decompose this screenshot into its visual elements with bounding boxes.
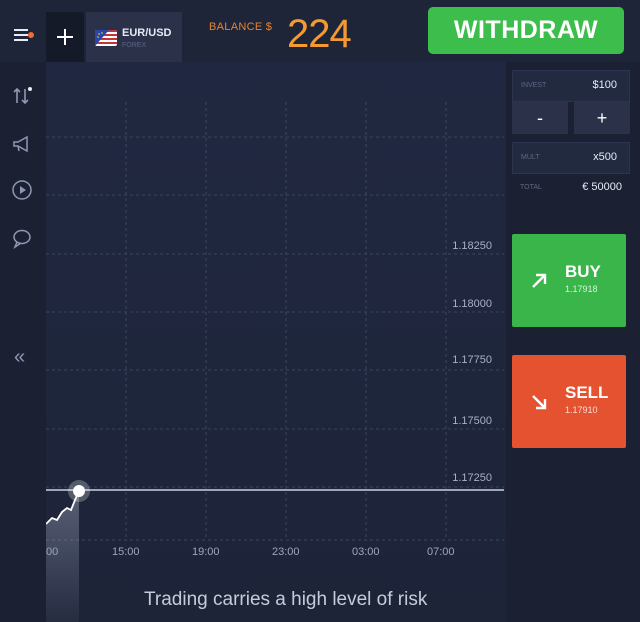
- risk-disclaimer: Trading carries a high level of risk: [144, 589, 428, 610]
- time-label: 15:00: [112, 546, 140, 558]
- chart-grid: [46, 102, 504, 622]
- chat-icon[interactable]: [10, 226, 34, 250]
- plus-icon: [57, 29, 73, 45]
- balance-value: 224: [287, 12, 352, 56]
- buy-label: BUY: [565, 262, 601, 281]
- price-label: 1.18250: [452, 240, 492, 252]
- sell-price: 1.17910: [565, 405, 598, 415]
- multiplier-value: x500: [593, 151, 617, 163]
- time-label: 00: [46, 546, 59, 558]
- asset-tab-eurusd[interactable]: EUR/USD FOREX: [86, 12, 182, 62]
- price-label: 1.17500: [452, 415, 492, 427]
- sell-button[interactable]: SELL 1.17910: [512, 355, 626, 448]
- withdraw-button[interactable]: WITHDRAW: [428, 7, 624, 54]
- asset-name: EUR/USD: [122, 27, 172, 39]
- left-toolbar: «: [0, 62, 46, 622]
- top-bar: EUR/USD FOREX BALANCE $ 224 WITHDRAW: [0, 0, 640, 62]
- sort-arrows-icon[interactable]: [10, 84, 34, 108]
- trade-panel: INVEST $100 - + MULT x500 TOTAL € 50000 …: [506, 62, 640, 622]
- collapse-sidebar-button[interactable]: «: [14, 346, 25, 369]
- arrow-down-right-icon: [532, 395, 547, 410]
- decrease-invest-button[interactable]: -: [512, 102, 568, 134]
- time-label: 03:00: [352, 546, 380, 558]
- play-icon[interactable]: [10, 178, 34, 202]
- asset-type: FOREX: [122, 42, 147, 49]
- balance-label: BALANCE $: [209, 21, 273, 33]
- notification-dot: [28, 32, 34, 38]
- megaphone-icon[interactable]: [10, 132, 34, 156]
- total-row: TOTAL € 50000: [512, 177, 630, 199]
- price-chart[interactable]: 1.18250 1.18000 1.17750 1.17500 1.17250 …: [46, 62, 506, 622]
- price-label: 1.17250: [452, 472, 492, 484]
- increase-invest-button[interactable]: +: [574, 102, 630, 134]
- invest-label: INVEST: [521, 82, 547, 89]
- price-label: 1.17750: [452, 354, 492, 366]
- eu-us-flag-icon: [95, 30, 117, 46]
- invest-field[interactable]: INVEST $100: [512, 70, 630, 102]
- total-label: TOTAL: [520, 184, 542, 191]
- time-label: 19:00: [192, 546, 220, 558]
- price-label: 1.18000: [452, 298, 492, 310]
- invest-value: $100: [592, 79, 617, 91]
- time-label: 07:00: [427, 546, 455, 558]
- total-value: € 50000: [582, 181, 622, 193]
- arrow-up-right-icon: [532, 273, 547, 288]
- multiplier-field[interactable]: MULT x500: [512, 142, 630, 174]
- sell-label: SELL: [565, 383, 609, 402]
- menu-button[interactable]: [0, 10, 46, 60]
- time-label: 23:00: [272, 546, 300, 558]
- multiplier-label: MULT: [521, 154, 540, 161]
- current-price-dot: [73, 485, 85, 497]
- add-asset-button[interactable]: [46, 12, 84, 62]
- buy-price: 1.17918: [565, 284, 598, 294]
- buy-button[interactable]: BUY 1.17918: [512, 234, 626, 327]
